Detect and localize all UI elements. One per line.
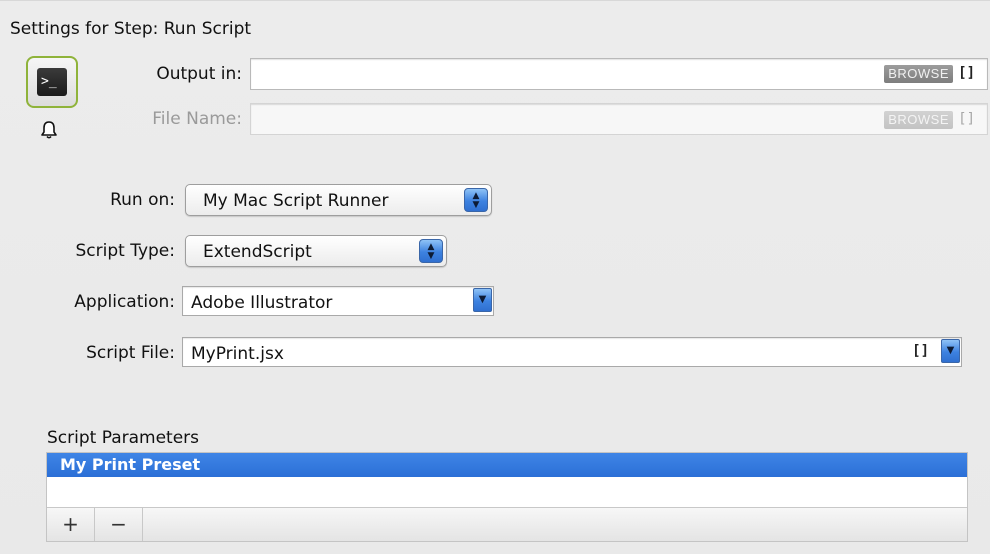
script-type-value: ExtendScript: [203, 242, 312, 262]
updown-arrows-icon: ▲ ▼: [419, 239, 443, 263]
list-toolbar: + −: [47, 507, 967, 541]
bell-icon[interactable]: [38, 119, 60, 141]
script-parameters-label: Script Parameters: [47, 428, 200, 448]
filename-label: File Name:: [152, 109, 242, 129]
panel-title: Settings for Step: Run Script: [10, 19, 252, 39]
updown-arrows-icon: ▲ ▼: [464, 188, 488, 212]
remove-parameter-button[interactable]: −: [95, 508, 143, 541]
terminal-screen: >_: [37, 68, 67, 96]
step-settings-panel: Settings for Step: Run Script >_ Output …: [0, 0, 990, 554]
script-file-label: Script File:: [86, 343, 175, 363]
script-parameters-list[interactable]: My Print Preset + −: [46, 452, 968, 542]
output-field[interactable]: BROWSE []: [250, 58, 988, 90]
output-variables-button[interactable]: []: [958, 65, 975, 81]
filename-field: BROWSE []: [250, 103, 988, 135]
script-type-popup[interactable]: ExtendScript ▲ ▼: [185, 235, 447, 267]
run-on-popup[interactable]: My Mac Script Runner ▲ ▼: [185, 184, 492, 216]
run-on-value: My Mac Script Runner: [203, 191, 389, 211]
script-file-value: MyPrint.jsx: [191, 344, 284, 364]
output-browse-button[interactable]: BROWSE: [884, 65, 953, 83]
run-on-label: Run on:: [110, 190, 175, 210]
application-combo[interactable]: Adobe Illustrator ▼: [182, 286, 494, 316]
list-item[interactable]: My Print Preset: [47, 453, 967, 477]
chevron-down-icon[interactable]: ▼: [473, 288, 492, 312]
application-value: Adobe Illustrator: [191, 293, 333, 313]
filename-variables-button: []: [958, 111, 975, 127]
script-type-label: Script Type:: [75, 241, 176, 261]
add-parameter-button[interactable]: +: [47, 508, 95, 541]
output-label: Output in:: [156, 64, 242, 84]
chevron-down-icon[interactable]: ▼: [941, 339, 960, 363]
terminal-icon[interactable]: >_: [26, 56, 78, 108]
filename-browse-button: BROWSE: [884, 111, 953, 129]
script-file-variables-button[interactable]: []: [912, 343, 929, 359]
script-file-combo[interactable]: MyPrint.jsx [] ▼: [182, 337, 962, 367]
application-label: Application:: [74, 292, 175, 312]
